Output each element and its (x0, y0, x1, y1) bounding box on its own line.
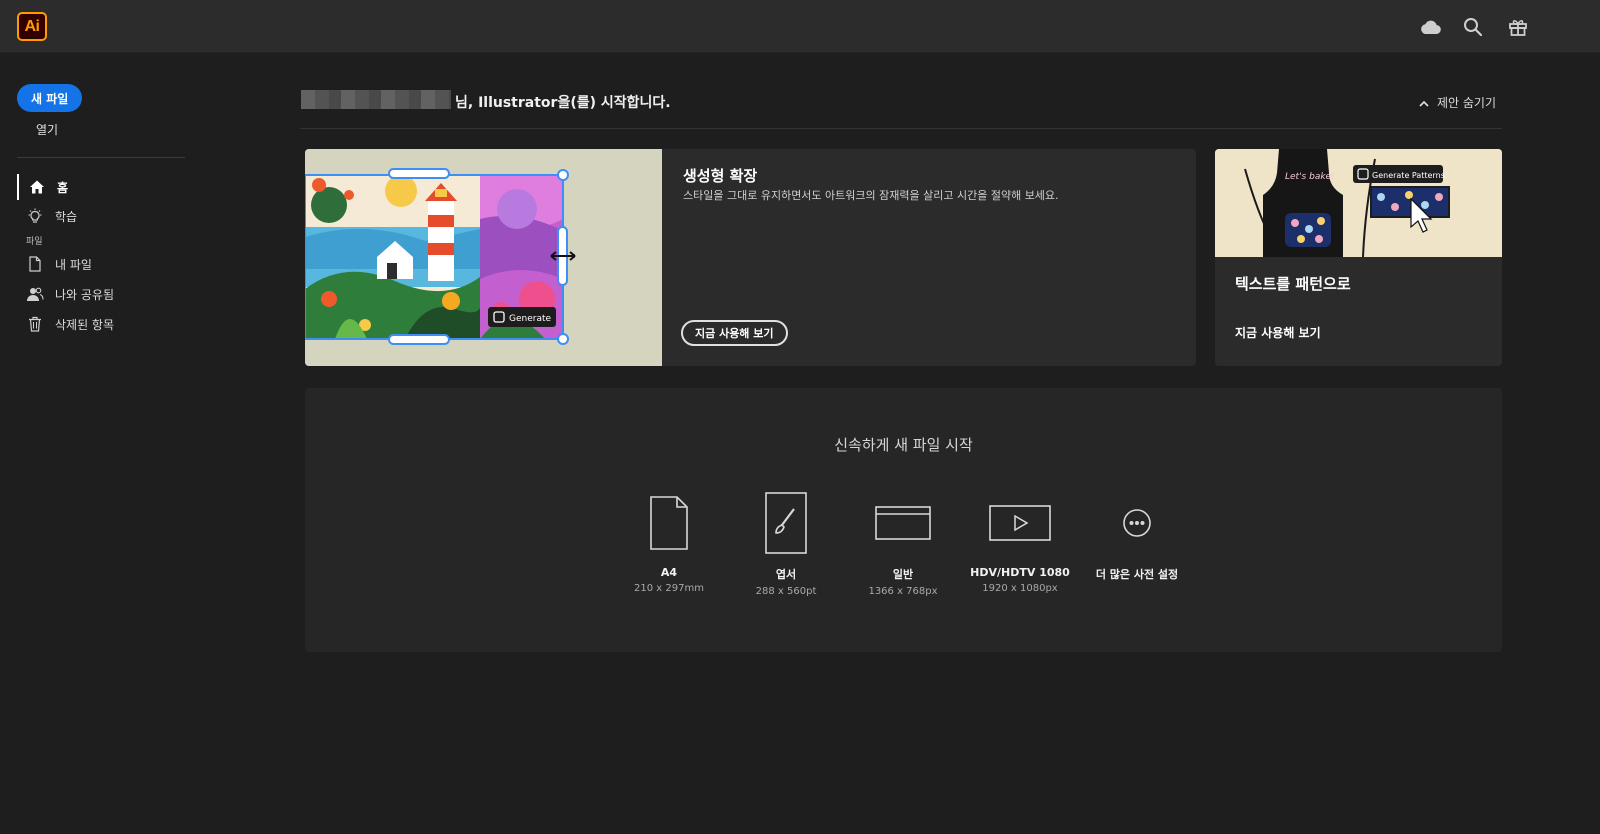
card-title-generative-expand: 생성형 확장 (683, 167, 758, 185)
file-icon (25, 256, 45, 272)
home-icon (27, 179, 47, 195)
brush-card-icon (731, 490, 841, 556)
sidebar-item-label: 홈 (57, 180, 69, 195)
sidebar-item-label: 삭제된 항목 (55, 317, 115, 332)
user-name-redacted (301, 90, 451, 109)
quick-start-panel: 신속하게 새 파일 시작 A4 210 x 297mm 엽서 288 x 560… (305, 388, 1502, 652)
more-icon (1082, 490, 1192, 556)
sidebar-item-shared[interactable]: 나와 공유됨 (17, 281, 187, 307)
preset-size: 210 x 297mm (634, 583, 704, 594)
sidebar: 새 파일 열기 홈 학습 파일 내 파일 나와 공유됨 삭제된 항목 (0, 53, 200, 834)
greeting-text: 님, Illustrator을(를) 시작합니다. (455, 95, 671, 111)
hide-suggestions-label: 제안 숨기기 (1436, 96, 1496, 110)
quick-start-title: 신속하게 새 파일 시작 (834, 436, 973, 454)
greeting-row: 님, Illustrator을(를) 시작합니다. 제안 숨기기 (300, 86, 1502, 129)
sidebar-item-deleted[interactable]: 삭제된 항목 (17, 311, 187, 337)
sidebar-divider (17, 157, 185, 158)
preset-name: 더 많은 사전 설정 (1095, 568, 1179, 581)
section-label-files: 파일 (26, 237, 43, 247)
apron-text: Let's bake! (1285, 172, 1335, 182)
preset-name: HDV/HDTV 1080 (970, 566, 1070, 579)
card-title-text-to-pattern: 텍스트를 패턴으로 (1235, 275, 1351, 293)
card-description: 스타일을 그대로 유지하면서도 아트워크의 잠재력을 살리고 시간을 절약해 보… (683, 189, 1059, 202)
illustrator-logo[interactable]: Ai (17, 12, 47, 41)
new-file-button[interactable]: 새 파일 (17, 84, 83, 112)
preset-more[interactable]: 더 많은 사전 설정 (1082, 490, 1192, 582)
text-to-pattern-card[interactable]: Let's bake! Generate Patterns 텍스트를 패턴으로 … (1215, 149, 1502, 366)
preset-name: A4 (660, 566, 678, 579)
generative-expand-card[interactable]: Generate 생성형 확장 스타일을 그대로 유지하면서도 아트워크의 잠재… (305, 149, 1196, 366)
text-to-pattern-illustration: Let's bake! Generate Patterns (1215, 149, 1502, 258)
trash-icon (25, 316, 45, 332)
preset-name: 일반 (892, 568, 914, 581)
lightbulb-icon (25, 208, 45, 224)
preset-postcard[interactable]: 엽서 288 x 560pt (731, 490, 841, 597)
preset-name: 엽서 (775, 568, 797, 581)
hide-suggestions-button[interactable]: 제안 숨기기 (1419, 94, 1496, 111)
top-bar: Ai (0, 0, 1600, 53)
preset-hdtv[interactable]: HDV/HDTV 1080 1920 x 1080px (965, 490, 1075, 594)
sidebar-item-label: 내 파일 (55, 257, 92, 272)
sidebar-item-label: 나와 공유됨 (55, 287, 115, 302)
video-play-icon (965, 490, 1075, 556)
generative-expand-illustration: Generate (305, 149, 662, 366)
search-icon[interactable] (1461, 15, 1485, 39)
try-now-button[interactable]: 지금 사용해 보기 (681, 320, 788, 346)
sidebar-item-home[interactable]: 홈 (17, 174, 187, 200)
open-button[interactable]: 열기 (36, 121, 58, 138)
cloud-icon[interactable] (1418, 15, 1442, 39)
try-now-link[interactable]: 지금 사용해 보기 (1235, 324, 1321, 341)
gift-icon[interactable] (1506, 15, 1530, 39)
preset-a4[interactable]: A4 210 x 297mm (614, 490, 724, 594)
chevron-up-icon (1419, 96, 1429, 110)
sidebar-item-label: 학습 (55, 209, 78, 224)
generate-patterns-badge-text: Generate Patterns (1372, 171, 1445, 180)
sidebar-item-learn[interactable]: 학습 (17, 203, 187, 229)
preset-general[interactable]: 일반 1366 x 768px (848, 490, 958, 597)
preset-size: 1920 x 1080px (982, 583, 1058, 594)
generate-badge-text: Generate (509, 314, 551, 324)
preset-size: 288 x 560pt (755, 586, 817, 597)
browser-window-icon (848, 490, 958, 556)
document-icon (614, 490, 724, 556)
sidebar-item-my-files[interactable]: 내 파일 (17, 251, 187, 277)
preset-size: 1366 x 768px (868, 586, 938, 597)
people-icon (25, 286, 45, 302)
